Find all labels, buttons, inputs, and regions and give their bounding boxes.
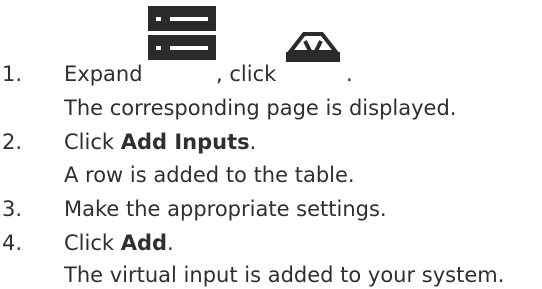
virtual-input-icon [285, 32, 341, 62]
step-number: 3. [2, 197, 23, 221]
step-1-text-after: . [346, 62, 353, 86]
step-2-result: A row is added to the table. [64, 163, 355, 187]
step-number: 2. [2, 130, 23, 154]
step-1-result: The corresponding page is displayed. [64, 96, 457, 120]
list-expand-icon [148, 6, 216, 60]
ui-label-add-inputs: Add Inputs [120, 130, 250, 154]
step-2: 2. Click Add Inputs. [0, 130, 542, 158]
step-number: 4. [2, 231, 23, 255]
step-4: 4. Click Add. [0, 231, 542, 259]
step-text: Click Add. [64, 231, 174, 255]
step-number: 1. [2, 62, 23, 86]
step-text: Make the appropriate settings. [64, 197, 387, 221]
step-text: Expand [64, 62, 143, 86]
step-3: 3. Make the appropriate settings. [0, 197, 542, 225]
step-1-text-middle: , click [216, 62, 277, 86]
step-text: Click Add Inputs. [64, 130, 257, 154]
step-4-result: The virtual input is added to your syste… [64, 263, 505, 287]
ui-label-add: Add [120, 231, 168, 255]
